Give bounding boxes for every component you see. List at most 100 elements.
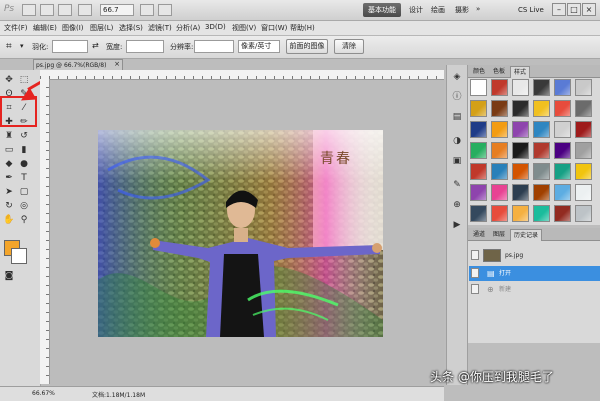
- panel-actions-icon[interactable]: ▶: [451, 219, 463, 231]
- style-swatch[interactable]: [512, 121, 529, 138]
- panel-clone-icon[interactable]: ⊕: [451, 199, 463, 211]
- menu-file[interactable]: 文件(F): [4, 23, 28, 33]
- tab-styles[interactable]: 样式: [510, 66, 531, 78]
- front-image-button[interactable]: 前面的图像: [286, 39, 328, 54]
- blur-tool-icon[interactable]: ◆: [3, 158, 15, 170]
- style-swatch[interactable]: [470, 79, 487, 96]
- minimize-icon[interactable]: –: [552, 3, 566, 16]
- crop-tool-preset-icon[interactable]: ⌗: [6, 41, 12, 52]
- style-swatch[interactable]: [554, 205, 571, 222]
- type-tool-icon[interactable]: T: [18, 172, 30, 184]
- screen-mode-icon[interactable]: [158, 4, 172, 16]
- workspace-essentials[interactable]: 基本功能: [363, 3, 401, 17]
- style-swatch[interactable]: [491, 142, 508, 159]
- style-swatch[interactable]: [533, 100, 550, 117]
- menu-image[interactable]: 图像(I): [62, 23, 84, 33]
- style-swatch[interactable]: [470, 184, 487, 201]
- workspace-photography[interactable]: 摄影: [450, 3, 474, 17]
- style-swatch[interactable]: [533, 184, 550, 201]
- style-swatch[interactable]: [554, 163, 571, 180]
- style-swatch[interactable]: [575, 184, 592, 201]
- style-swatch[interactable]: [470, 100, 487, 117]
- 3d-rotate-tool-icon[interactable]: ↻: [3, 200, 15, 212]
- workspace-painting[interactable]: 绘画: [426, 3, 450, 17]
- quick-mask-icon[interactable]: ◙: [3, 270, 15, 282]
- panel-histogram-icon[interactable]: ▤: [451, 111, 463, 123]
- menu-window[interactable]: 窗口(W): [261, 23, 287, 33]
- style-swatch[interactable]: [491, 184, 508, 201]
- style-swatch[interactable]: [512, 184, 529, 201]
- menu-filter[interactable]: 滤镜(T): [148, 23, 172, 33]
- style-swatch[interactable]: [533, 79, 550, 96]
- gradient-tool-icon[interactable]: ▮: [18, 144, 30, 156]
- preset-dropdown-icon[interactable]: ▾: [20, 42, 24, 50]
- style-swatch[interactable]: [533, 205, 550, 222]
- bridge-icon[interactable]: [22, 4, 36, 16]
- dodge-tool-icon[interactable]: ●: [18, 158, 30, 170]
- status-zoom[interactable]: 66.67%: [32, 390, 55, 397]
- history-snapshot-row[interactable]: ps.jpg: [469, 248, 600, 263]
- arrange-documents-icon[interactable]: [140, 4, 154, 16]
- style-swatch[interactable]: [554, 184, 571, 201]
- shape-tool-icon[interactable]: ▢: [18, 186, 30, 198]
- cs-live-button[interactable]: CS Live: [518, 3, 544, 17]
- style-swatch[interactable]: [554, 100, 571, 117]
- style-swatch[interactable]: [470, 205, 487, 222]
- history-brush-icon[interactable]: [471, 284, 479, 294]
- tab-layers[interactable]: 图层: [490, 229, 508, 240]
- resolution-input[interactable]: [194, 40, 234, 53]
- style-swatch[interactable]: [533, 142, 550, 159]
- style-swatch[interactable]: [470, 121, 487, 138]
- document-photo[interactable]: 青春: [98, 130, 383, 337]
- style-swatch[interactable]: [575, 121, 592, 138]
- document-tab[interactable]: ps.jpg @ 66.7%(RGB/8): [33, 59, 123, 70]
- zoom-level-select[interactable]: 66.7: [100, 4, 134, 16]
- menu-select[interactable]: 选择(S): [119, 23, 143, 33]
- clear-button[interactable]: 清除: [334, 39, 364, 54]
- style-swatch[interactable]: [575, 100, 592, 117]
- eraser-tool-icon[interactable]: ▭: [3, 144, 15, 156]
- tab-channels[interactable]: 通道: [470, 229, 488, 240]
- view-extras-icon[interactable]: [58, 4, 72, 16]
- path-select-tool-icon[interactable]: ➤: [3, 186, 15, 198]
- swap-icon[interactable]: ⇄: [92, 41, 99, 50]
- style-swatch[interactable]: [512, 142, 529, 159]
- menu-3d[interactable]: 3D(D): [205, 23, 226, 31]
- workspace-more-icon[interactable]: »: [476, 5, 480, 13]
- snapshot-brush-icon[interactable]: [471, 250, 479, 260]
- hand-icon[interactable]: [78, 4, 92, 16]
- panel-3d-icon[interactable]: ◈: [451, 71, 463, 83]
- style-swatch[interactable]: [575, 163, 592, 180]
- style-swatch[interactable]: [512, 163, 529, 180]
- minibridge-icon[interactable]: [40, 4, 54, 16]
- tab-history[interactable]: 历史记录: [510, 229, 543, 241]
- menu-edit[interactable]: 编辑(E): [33, 23, 57, 33]
- style-swatch[interactable]: [470, 142, 487, 159]
- style-swatch[interactable]: [470, 163, 487, 180]
- zoom-tool-icon[interactable]: ⚲: [18, 214, 30, 226]
- style-swatch[interactable]: [491, 121, 508, 138]
- style-swatch[interactable]: [491, 79, 508, 96]
- width-input[interactable]: [126, 40, 164, 53]
- marquee-tool-icon[interactable]: ⬚: [18, 74, 30, 86]
- document-close-icon[interactable]: ×: [112, 59, 122, 69]
- style-swatch[interactable]: [554, 79, 571, 96]
- unit-select[interactable]: 像素/英寸: [238, 40, 280, 53]
- style-swatch[interactable]: [491, 163, 508, 180]
- tab-swatches[interactable]: 色板: [490, 66, 508, 77]
- menu-view[interactable]: 视图(V): [232, 23, 256, 33]
- panel-info-icon[interactable]: ⓘ: [451, 91, 463, 103]
- style-swatch[interactable]: [512, 79, 529, 96]
- menu-layer[interactable]: 图层(L): [90, 23, 113, 33]
- menu-analysis[interactable]: 分析(A): [176, 23, 200, 33]
- style-swatch[interactable]: [554, 121, 571, 138]
- style-swatch[interactable]: [512, 100, 529, 117]
- panel-masks-icon[interactable]: ▣: [451, 155, 463, 167]
- history-row-new[interactable]: ⊕ 新建: [469, 282, 600, 297]
- history-row-open[interactable]: ▤ 打开: [469, 266, 600, 281]
- style-swatch[interactable]: [533, 163, 550, 180]
- panel-adjustments-icon[interactable]: ◑: [451, 135, 463, 147]
- maximize-icon[interactable]: □: [567, 3, 581, 16]
- style-swatch[interactable]: [491, 205, 508, 222]
- 3d-orbit-tool-icon[interactable]: ◎: [18, 200, 30, 212]
